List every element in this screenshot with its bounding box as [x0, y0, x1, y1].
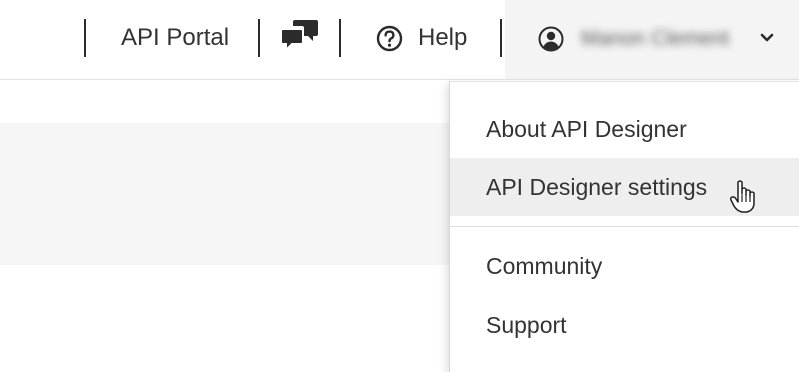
header-separator	[339, 19, 341, 57]
menu-item-settings[interactable]: API Designer settings	[450, 158, 799, 216]
api-portal-link[interactable]: API Portal	[121, 22, 229, 54]
menu-item-about[interactable]: About API Designer	[450, 100, 799, 158]
header-separator	[84, 19, 86, 57]
question-circle-icon	[376, 25, 403, 51]
menu-item-community[interactable]: Community	[450, 237, 799, 295]
help-label: Help	[418, 24, 468, 51]
menu-item-label: Support	[486, 312, 567, 338]
menu-item-label: Community	[486, 253, 603, 279]
chat-button[interactable]	[280, 17, 320, 55]
menu-item-label: About API Designer	[486, 116, 687, 142]
user-menu-button[interactable]: Manon Clement	[505, 0, 799, 79]
menu-divider	[450, 226, 799, 227]
menu-item-support[interactable]: Support	[450, 296, 799, 354]
header-separator	[500, 19, 502, 57]
user-circle-icon	[538, 26, 564, 52]
help-button[interactable]: Help	[376, 22, 467, 54]
content-panel	[0, 123, 460, 265]
header-separator	[258, 19, 260, 57]
menu-item-label: API Designer settings	[486, 174, 708, 200]
user-dropdown-menu: About API Designer API Designer settings…	[449, 81, 799, 372]
top-header: API Portal Help Manon Clement	[0, 0, 799, 80]
chevron-down-icon	[760, 33, 774, 42]
user-name: Manon Clement	[581, 27, 730, 50]
chat-bubbles-icon	[280, 20, 318, 53]
